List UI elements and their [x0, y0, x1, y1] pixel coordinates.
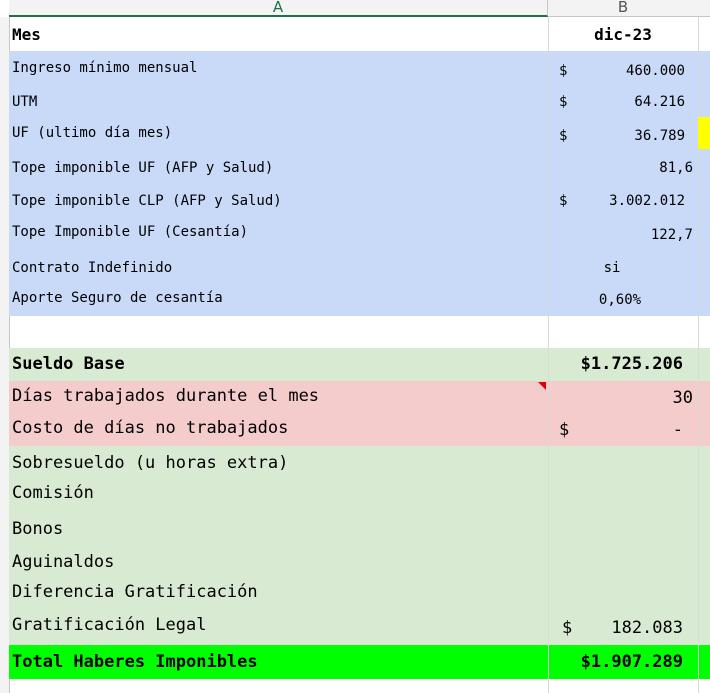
comment-indicator[interactable] [538, 382, 546, 390]
haber-label: Sobresueldo (u horas extra) [12, 453, 289, 473]
costo-dias-label: Costo de días no trabajados [12, 418, 289, 438]
param-currency: $ [559, 128, 568, 144]
costo-dias-value: - [672, 420, 683, 440]
param-currency: $ [559, 193, 568, 209]
costo-dias-row[interactable]: Costo de días no trabajados $ - [9, 413, 710, 446]
param-row[interactable]: Aporte Seguro de cesantía 0,60% [9, 288, 710, 308]
param-value: 36.789 [634, 128, 685, 144]
spreadsheet: A B Mes dic-23 Ingreso mínimo mensual $ … [0, 0, 710, 693]
month-value: dic-23 [594, 25, 652, 44]
param-row[interactable]: Contrato Indefinido si [9, 258, 710, 278]
param-label: Contrato Indefinido [12, 260, 173, 276]
haber-row[interactable]: Aguinaldos [9, 550, 710, 574]
haber-value: 182.083 [611, 618, 683, 638]
param-label: Aporte Seguro de cesantía [12, 290, 223, 306]
param-row[interactable]: UTM $ 64.216 [9, 92, 710, 112]
param-label: Tope Imponible UF (Cesantía) [12, 224, 249, 240]
param-value: si [603, 260, 621, 276]
haber-row[interactable]: Comisión [9, 481, 710, 505]
haber-label: Bonos [12, 519, 64, 539]
total-row[interactable]: Total Haberes Imponibles $1.907.289 [9, 645, 710, 679]
param-row[interactable]: Tope imponible CLP (AFP y Salud) $ 3.002… [9, 191, 710, 211]
haber-row[interactable]: Gratificación Legal $ 182.083 [9, 613, 710, 638]
param-row[interactable]: Ingreso mínimo mensual $ 460.000 [9, 58, 710, 79]
param-value: 460.000 [625, 63, 685, 79]
sueldo-base-label: Sueldo Base [12, 354, 125, 374]
param-value: 81,6 [659, 160, 693, 176]
param-value: 3.002.012 [609, 193, 685, 209]
highlighted-cell[interactable] [698, 117, 710, 149]
param-label: Ingreso mínimo mensual [12, 60, 198, 76]
month-label: Mes [12, 25, 41, 44]
month-row[interactable]: Mes dic-23 [9, 21, 710, 51]
column-divider [548, 17, 549, 693]
param-value: 0,60% [598, 292, 642, 308]
column-header-b[interactable]: B [548, 0, 698, 17]
column-header-a[interactable]: A [9, 0, 548, 17]
haber-row[interactable]: Diferencia Gratificación [9, 580, 710, 604]
sueldo-base-row[interactable]: Sueldo Base $1.725.206 [9, 348, 710, 381]
param-label: Tope imponible CLP (AFP y Salud) [12, 193, 282, 209]
column-header-c[interactable] [698, 0, 710, 17]
dias-trabajados-label: Días trabajados durante el mes [12, 386, 320, 406]
haber-label: Comisión [12, 483, 94, 503]
haber-label: Aguinaldos [12, 552, 115, 572]
sueldo-base-value: $1.725.206 [580, 354, 683, 374]
haber-label: Gratificación Legal [12, 615, 207, 635]
haber-row[interactable]: Sobresueldo (u horas extra) [9, 451, 710, 475]
param-value: 64.216 [634, 94, 685, 110]
haber-label: Diferencia Gratificación [12, 582, 258, 602]
haber-row[interactable]: Bonos [9, 517, 710, 541]
total-value: $1.907.289 [580, 652, 683, 672]
param-currency: $ [559, 94, 568, 110]
param-row[interactable]: Tope imponible UF (AFP y Salud) 81,6 [9, 158, 710, 178]
dias-trabajados-value: 30 [672, 388, 693, 408]
costo-dias-currency: $ [559, 420, 570, 440]
param-value: 122,7 [650, 227, 693, 243]
total-label: Total Haberes Imponibles [12, 652, 258, 672]
dias-trabajados-row[interactable]: Días trabajados durante el mes 30 [9, 381, 710, 413]
param-currency: $ [559, 63, 568, 79]
param-row[interactable]: Tope Imponible UF (Cesantía) 122,7 [9, 222, 710, 243]
param-label: Tope imponible UF (AFP y Salud) [12, 160, 274, 176]
param-row[interactable]: UF (ultimo día mes) $ 36.789 [9, 123, 710, 144]
param-label: UF (ultimo día mes) [12, 125, 173, 141]
param-label: UTM [12, 94, 38, 110]
haber-currency: $ [562, 618, 573, 638]
